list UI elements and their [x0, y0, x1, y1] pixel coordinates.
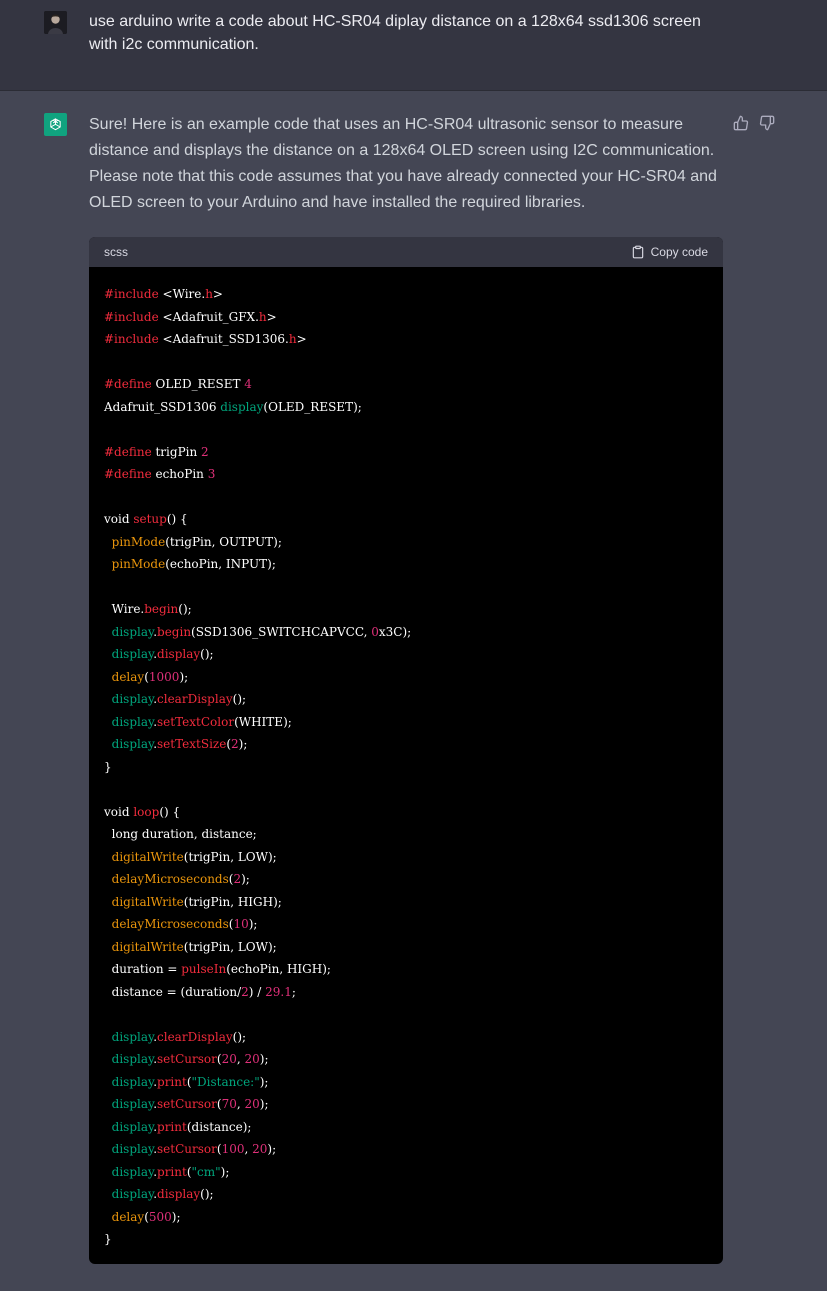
user-message-text: use arduino write a code about HC-SR04 d… [89, 13, 701, 53]
code-block-header: scss Copy code [89, 237, 723, 267]
feedback-buttons [733, 115, 775, 131]
clipboard-icon [632, 245, 643, 259]
assistant-message-row: Sure! Here is an example code that uses … [0, 91, 827, 1291]
assistant-message-text: Sure! Here is an example code that uses … [89, 116, 717, 211]
openai-logo-icon [44, 113, 67, 136]
code-content[interactable]: #include <Wire.h> #include <Adafruit_GFX… [89, 267, 723, 1251]
copy-code-label: Copy code [650, 245, 708, 259]
code-language-label: scss [104, 245, 128, 259]
thumbs-up-icon[interactable] [733, 115, 749, 131]
code-block: scss Copy code #include <Wire.h> #includ… [89, 237, 723, 1264]
thumbs-down-icon[interactable] [759, 115, 775, 131]
user-message-row: use arduino write a code about HC-SR04 d… [0, 0, 827, 91]
copy-code-button[interactable]: Copy code [631, 245, 708, 259]
user-avatar [44, 11, 67, 34]
